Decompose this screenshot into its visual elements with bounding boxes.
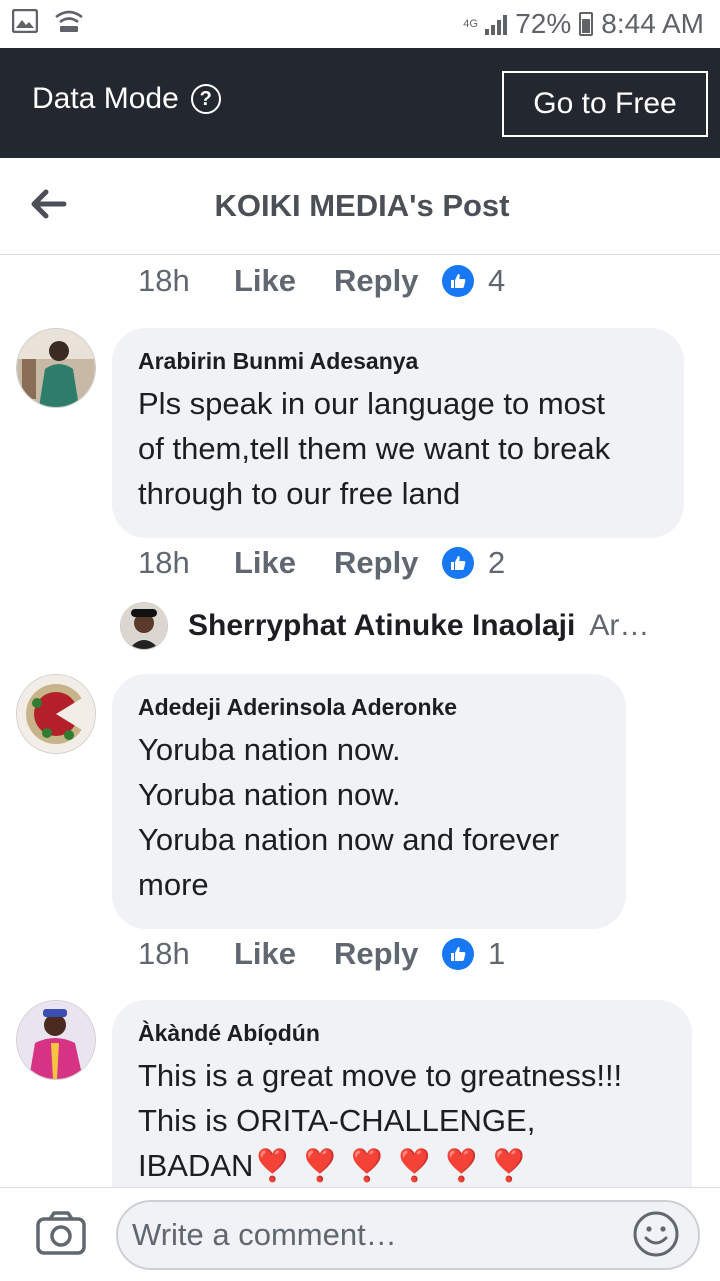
post-header: KOIKI MEDIA's Post bbox=[0, 158, 720, 255]
thumbs-up-icon bbox=[442, 265, 474, 297]
comment-time: 18h bbox=[138, 545, 190, 580]
go-to-free-button[interactable]: Go to Free bbox=[502, 71, 708, 137]
network-type-label: 4G bbox=[463, 18, 478, 30]
data-mode-bar: Data Mode ? Go to Free bbox=[0, 48, 720, 158]
like-count[interactable]: 4 bbox=[488, 263, 505, 299]
comment-actions: 18h Like Reply 4 bbox=[138, 261, 505, 301]
like-count[interactable]: 2 bbox=[488, 545, 505, 581]
thumbs-up-icon bbox=[442, 938, 474, 970]
wifi-hotspot-icon bbox=[55, 10, 83, 32]
comment-actions: 18h Like Reply 1 bbox=[138, 934, 505, 974]
comment-time: 18h bbox=[138, 936, 190, 971]
data-mode-label: Data Mode bbox=[32, 82, 179, 115]
camera-icon[interactable] bbox=[36, 1211, 86, 1257]
comments-list: 18h Like Reply 4 Arabirin Bunmi Adesanya… bbox=[0, 255, 720, 1187]
reply-button[interactable]: Reply bbox=[334, 545, 442, 581]
comment-author[interactable]: Àkàndé Abíọdún bbox=[138, 1020, 666, 1047]
data-mode-title[interactable]: Data Mode ? bbox=[32, 82, 221, 116]
comment-text: Yoruba nation now. Yoruba nation now. Yo… bbox=[138, 732, 560, 902]
like-count[interactable]: 1 bbox=[488, 936, 505, 972]
like-button[interactable]: Like bbox=[234, 545, 334, 581]
comment-time: 18h bbox=[138, 263, 190, 298]
reply-snippet: Ar… bbox=[589, 609, 650, 642]
avatar[interactable] bbox=[16, 328, 96, 408]
reply-button[interactable]: Reply bbox=[334, 263, 442, 299]
comment-author[interactable]: Adedeji Aderinsola Aderonke bbox=[138, 694, 600, 721]
clock: 8:44 AM bbox=[601, 8, 704, 39]
smiley-icon[interactable] bbox=[632, 1210, 680, 1258]
comment-bubble[interactable]: Arabirin Bunmi Adesanya Pls speak in our… bbox=[112, 328, 684, 538]
thumbs-up-icon bbox=[442, 547, 474, 579]
avatar[interactable] bbox=[16, 674, 96, 754]
status-bar: 4G 72% 8:44 AM bbox=[0, 0, 720, 48]
battery-percent: 72% bbox=[515, 8, 572, 39]
comment-text: This is a great move to greatness!!! Thi… bbox=[138, 1058, 623, 1183]
help-icon[interactable]: ? bbox=[190, 84, 221, 114]
avatar[interactable] bbox=[16, 1000, 96, 1080]
gallery-icon bbox=[12, 9, 38, 33]
page-title: KOIKI MEDIA's Post bbox=[214, 188, 510, 223]
reply-preview[interactable]: Sherryphat Atinuke Inaolaji Ar… bbox=[120, 601, 649, 651]
reply-button[interactable]: Reply bbox=[334, 936, 442, 972]
comment-actions: 18h Like Reply 2 bbox=[138, 543, 505, 583]
like-button[interactable]: Like bbox=[234, 936, 334, 972]
like-button[interactable]: Like bbox=[234, 263, 334, 299]
reply-author[interactable]: Sherryphat Atinuke Inaolaji bbox=[188, 609, 575, 643]
comment-author[interactable]: Arabirin Bunmi Adesanya bbox=[138, 348, 658, 375]
signal-icon bbox=[485, 13, 508, 35]
comment-text: Pls speak in our language to most of the… bbox=[138, 386, 611, 511]
comment-bubble[interactable]: Àkàndé Abíọdún This is a great move to g… bbox=[112, 1000, 692, 1187]
reply-avatar[interactable] bbox=[120, 602, 168, 650]
battery-icon bbox=[579, 12, 594, 36]
comment-bubble[interactable]: Adedeji Aderinsola Aderonke Yoruba natio… bbox=[112, 674, 626, 929]
comment-composer: Write a comment… bbox=[0, 1187, 720, 1281]
comment-input[interactable]: Write a comment… bbox=[116, 1200, 700, 1270]
